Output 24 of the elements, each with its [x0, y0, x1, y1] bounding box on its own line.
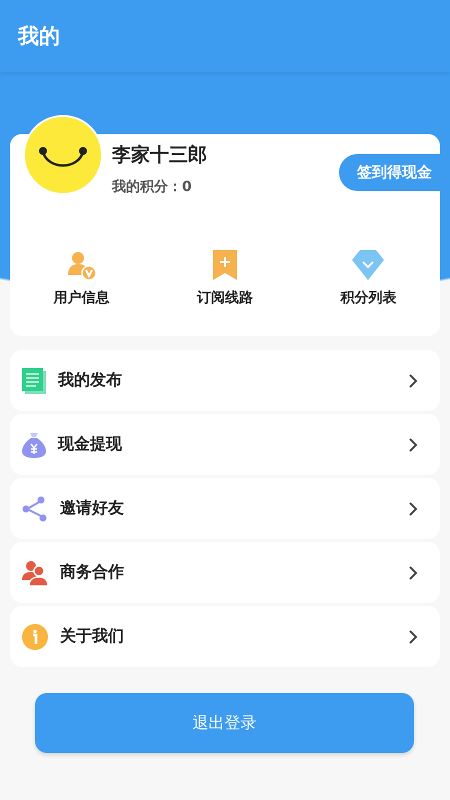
menu-item[interactable]: 邀请好友: [10, 478, 440, 539]
chevron-right-icon: [408, 436, 418, 452]
chevron-right-icon: [408, 628, 418, 644]
chevron-right-icon: [408, 564, 418, 580]
share-icon: [22, 496, 48, 522]
user-name: 李家十三郎: [112, 143, 208, 168]
page-title: 我的: [18, 23, 60, 50]
shortcut-label[interactable]: 订阅线路: [196, 289, 253, 307]
menu-item[interactable]: 关于我们: [10, 606, 440, 667]
menu-item[interactable]: 现金提现: [10, 414, 440, 475]
menu-item[interactable]: 我的发布: [10, 350, 440, 411]
shortcut-label[interactable]: 用户信息: [54, 289, 110, 307]
people-icon: [22, 560, 48, 586]
money-bag-icon: [22, 432, 46, 458]
shortcut-label[interactable]: 积分列表: [340, 289, 396, 307]
diamond-icon: [351, 249, 386, 281]
info-icon: [22, 624, 48, 650]
user-badge-icon: [66, 249, 98, 281]
document-icon: [22, 368, 46, 394]
menu-item[interactable]: 商务合作: [10, 542, 440, 603]
points-text: 我的积分：0: [112, 178, 193, 196]
chevron-right-icon: [408, 500, 418, 516]
chevron-right-icon: [408, 372, 418, 388]
bookmark-plus-icon: [212, 249, 238, 281]
